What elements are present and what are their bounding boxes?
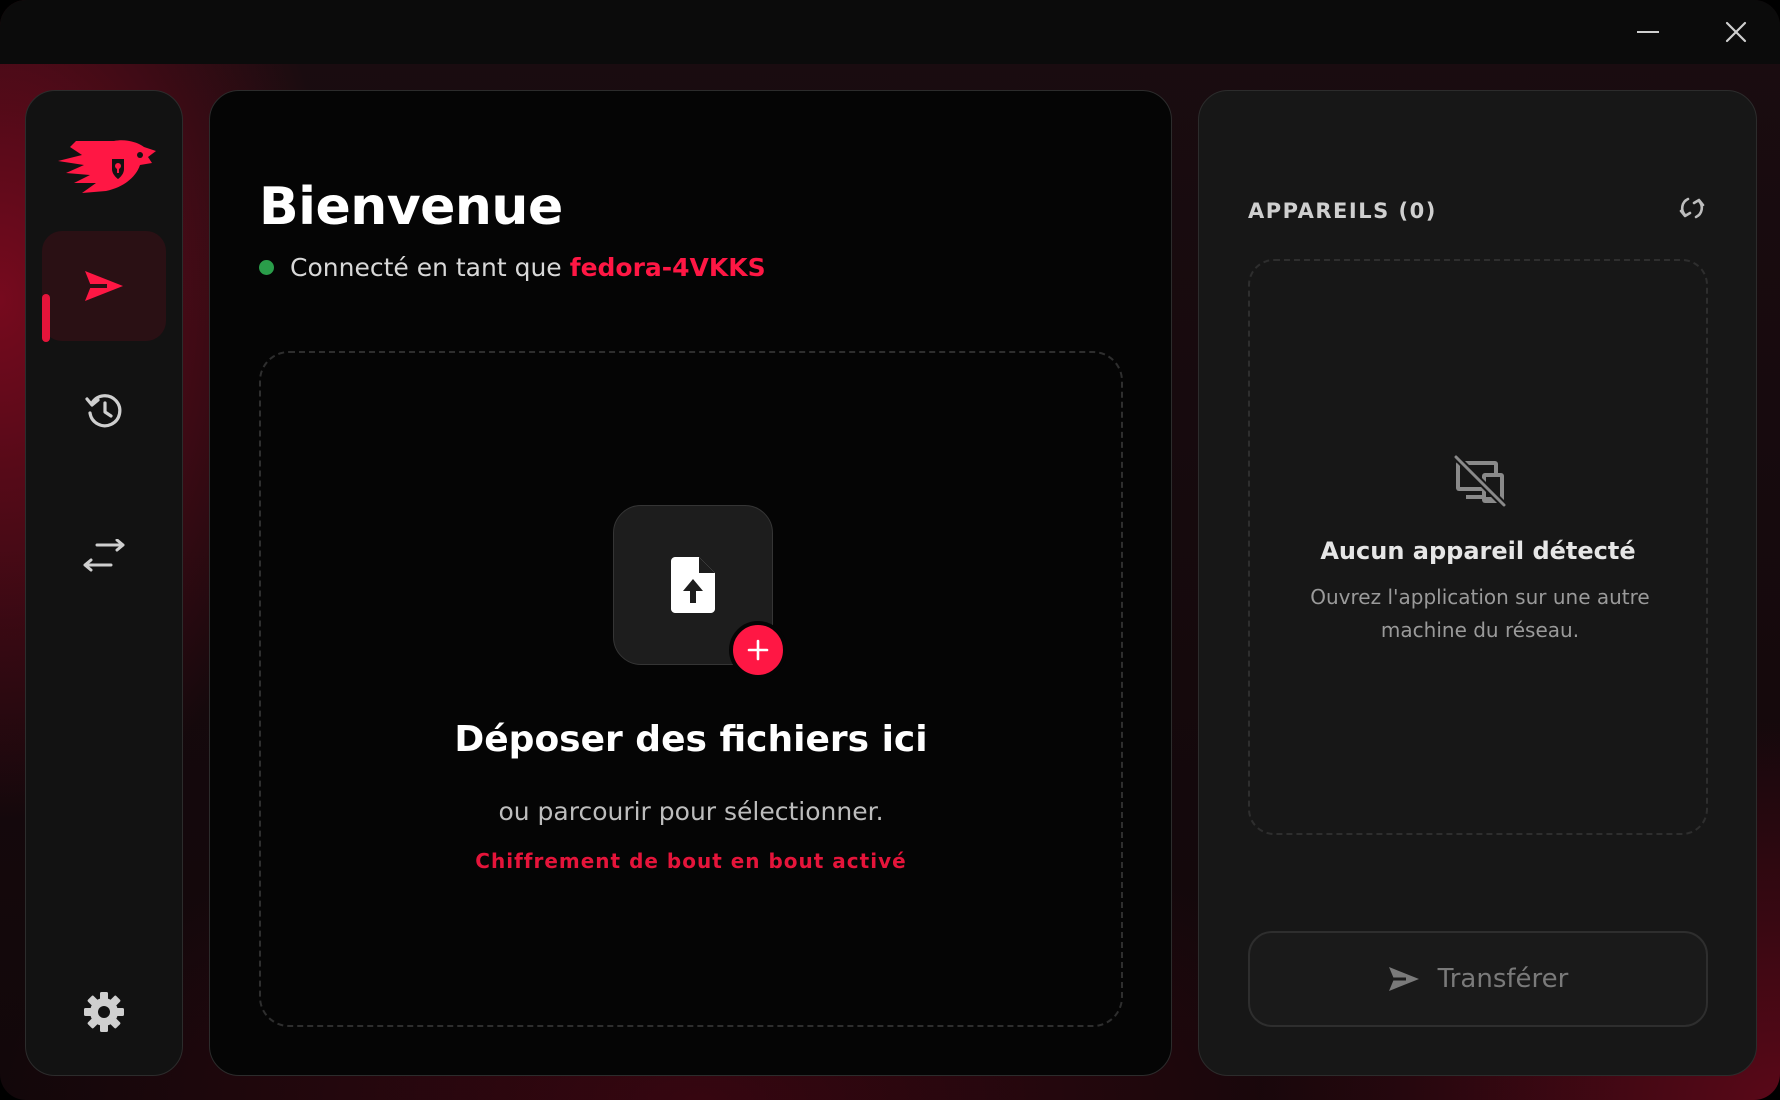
devices-off-icon	[1453, 455, 1507, 507]
file-upload-icon	[671, 557, 715, 613]
close-button[interactable]	[1716, 14, 1756, 50]
devices-list: Aucun appareil détecté Ouvrez l'applicat…	[1248, 259, 1708, 835]
minimize-button[interactable]	[1628, 14, 1668, 50]
swap-arrows-icon	[83, 539, 125, 572]
page-title: Bienvenue	[259, 177, 563, 237]
file-dropzone[interactable]: Déposer des fichiers ici ou parcourir po…	[259, 351, 1123, 1027]
eagle-shield-logo	[58, 140, 156, 193]
dropzone-title: Déposer des fichiers ici	[454, 719, 928, 760]
nav-item-settings[interactable]	[42, 957, 166, 1067]
online-status-dot	[259, 260, 274, 275]
encryption-note: Chiffrement de bout en bout activé	[475, 849, 907, 873]
refresh-icon	[1679, 197, 1705, 219]
minimize-icon	[1637, 31, 1659, 33]
title-bar	[0, 0, 1780, 64]
gear-icon	[84, 992, 124, 1032]
nav-item-send[interactable]	[42, 231, 166, 341]
devices-title: APPAREILS (0)	[1248, 199, 1437, 223]
history-icon	[85, 394, 122, 428]
sidebar	[25, 90, 183, 1076]
add-files-button[interactable]	[729, 621, 787, 679]
send-arrow-icon	[1388, 967, 1419, 991]
close-icon	[1725, 21, 1747, 43]
empty-state-title: Aucun appareil détecté	[1320, 537, 1636, 565]
app-window: Bienvenue Connecté en tant que fedora-4V…	[0, 0, 1780, 1100]
transfer-button[interactable]: Transférer	[1248, 931, 1708, 1027]
plus-icon	[747, 639, 769, 661]
send-arrow-icon	[85, 271, 123, 301]
nav-item-transfers[interactable]	[42, 501, 166, 611]
devices-panel: APPAREILS (0) Aucun appareil détecté Ouv…	[1198, 90, 1757, 1076]
status-prefix: Connecté en tant que	[290, 253, 562, 282]
refresh-devices-button[interactable]	[1675, 191, 1709, 225]
empty-state-description: Ouvrez l'application sur une autre machi…	[1310, 585, 1650, 642]
main-panel: Bienvenue Connecté en tant que fedora-4V…	[209, 90, 1172, 1076]
transfer-button-label: Transférer	[1437, 964, 1569, 994]
hostname: fedora-4VKKS	[569, 253, 766, 282]
nav-active-indicator	[42, 294, 50, 342]
connection-status: Connecté en tant que fedora-4VKKS	[259, 253, 766, 282]
nav-item-history[interactable]	[42, 356, 166, 466]
dropzone-subtitle: ou parcourir pour sélectionner.	[498, 797, 884, 826]
